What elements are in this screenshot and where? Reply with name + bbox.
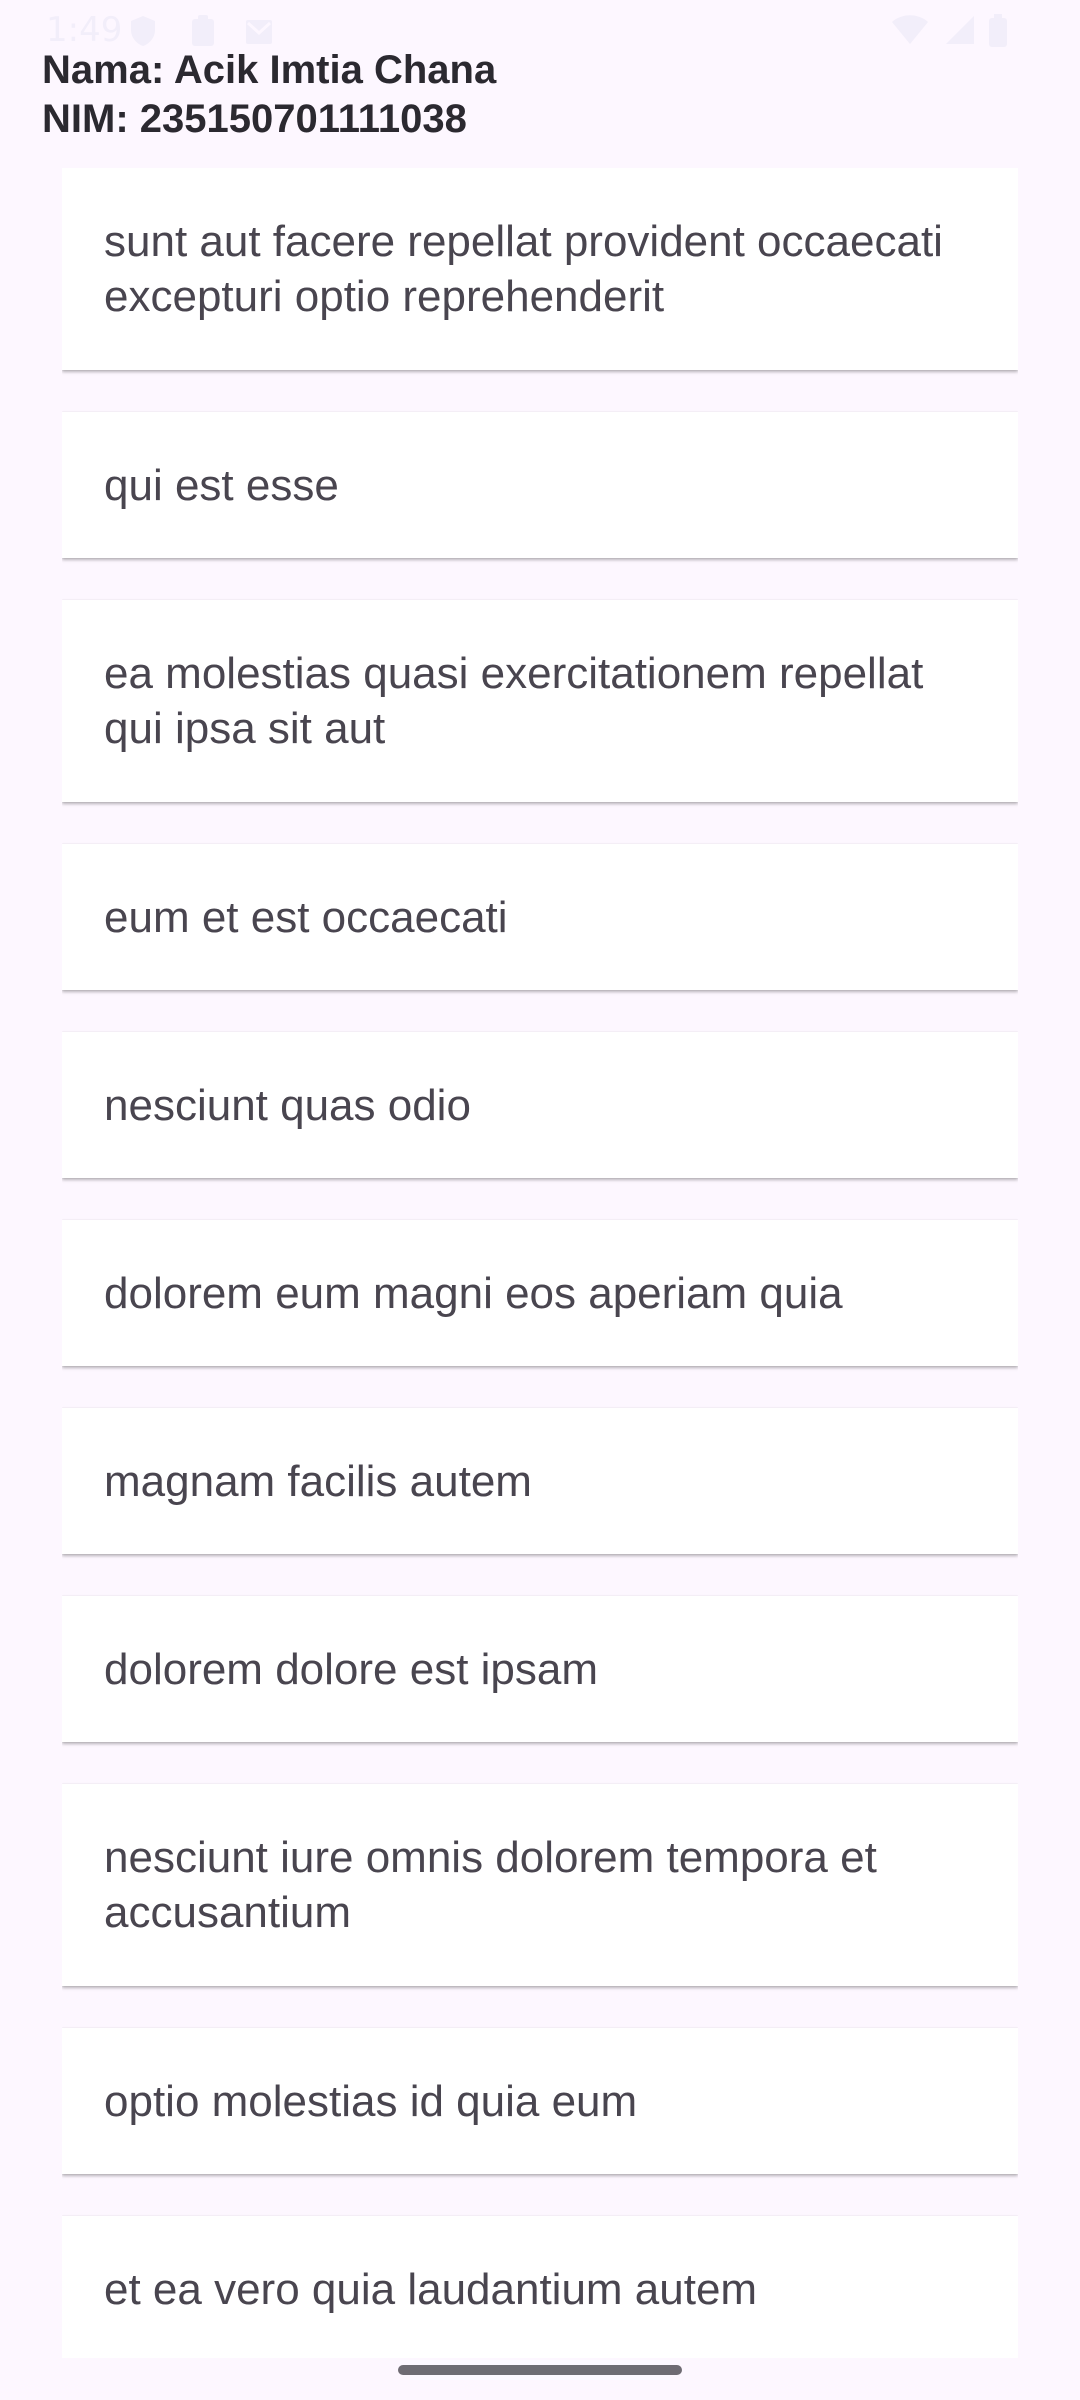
post-title: magnam facilis autem (104, 1456, 532, 1506)
post-card[interactable]: sunt aut facere repellat provident occae… (62, 168, 1018, 370)
post-card[interactable]: dolorem dolore est ipsam (62, 1596, 1018, 1742)
signal-icon (944, 14, 976, 51)
post-title: ea molestias quasi exercitationem repell… (104, 649, 924, 753)
post-title: dolorem dolore est ipsam (104, 1644, 599, 1694)
student-header: Nama: Acik Imtia Chana NIM: 235150701111… (42, 46, 496, 144)
post-card[interactable]: optio molestias id quia eum (62, 2028, 1018, 2174)
student-name: Nama: Acik Imtia Chana (42, 48, 497, 92)
post-card[interactable]: magnam facilis autem (62, 1408, 1018, 1554)
post-card[interactable]: nesciunt quas odio (62, 1032, 1018, 1178)
post-list[interactable]: sunt aut facere repellat provident occae… (62, 168, 1018, 2358)
status-time: 1:49 (46, 10, 123, 50)
post-card[interactable]: nesciunt iure omnis dolorem tempora et a… (62, 1784, 1018, 1986)
post-card[interactable]: ea molestias quasi exercitationem repell… (62, 600, 1018, 802)
post-title: dolorem eum magni eos aperiam quia (104, 1268, 843, 1318)
post-title: qui est esse (104, 460, 339, 510)
post-card[interactable]: eum et est occaecati (62, 844, 1018, 990)
post-title: eum et est occaecati (104, 892, 508, 942)
wifi-icon (890, 14, 930, 51)
gesture-nav-handle[interactable] (398, 2365, 682, 2375)
post-title: sunt aut facere repellat provident occae… (104, 217, 943, 321)
post-title: et ea vero quia laudantium autem (104, 2264, 758, 2314)
post-title: nesciunt iure omnis dolorem tempora et a… (104, 1833, 877, 1937)
post-title: optio molestias id quia eum (104, 2076, 638, 2126)
battery-icon (988, 14, 1008, 53)
post-title: nesciunt quas odio (104, 1080, 471, 1130)
post-card[interactable]: et ea vero quia laudantium autem (62, 2216, 1018, 2358)
post-card[interactable]: qui est esse (62, 412, 1018, 558)
post-card[interactable]: dolorem eum magni eos aperiam quia (62, 1220, 1018, 1366)
student-nim: NIM: 235150701111038 (42, 97, 467, 141)
